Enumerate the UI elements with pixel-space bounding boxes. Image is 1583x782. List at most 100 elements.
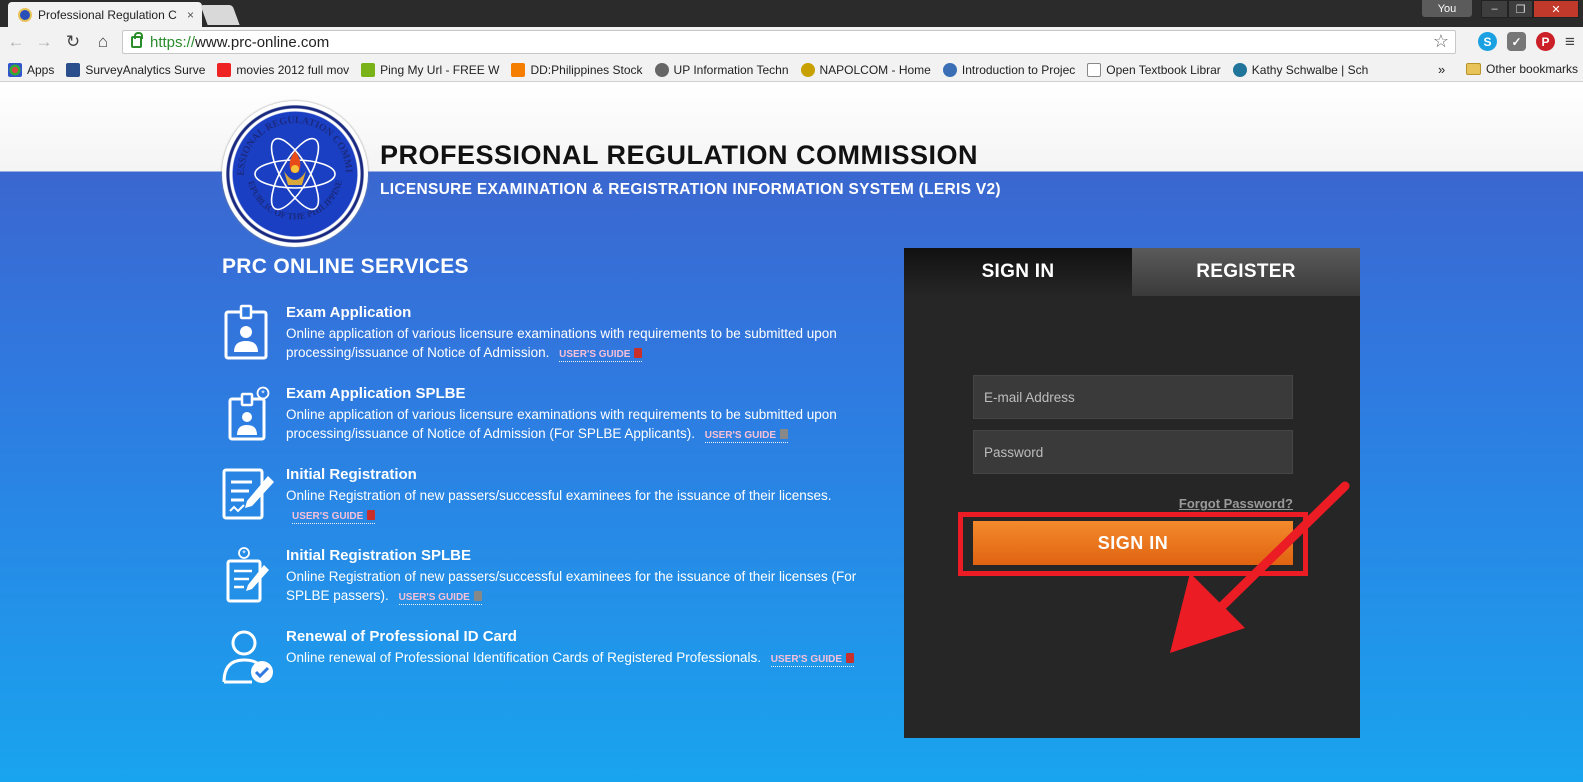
profile-button[interactable]: You [1422,0,1472,17]
bookmarks-overflow-button[interactable]: » [1438,62,1445,77]
auth-panel: SIGN IN REGISTER Forgot Password? SIGN I… [904,248,1360,738]
service-description-text: Online renewal of Professional Identific… [286,650,761,665]
profile-label: You [1437,2,1457,15]
extension-icon[interactable]: ✓ [1507,32,1526,51]
form-edit-special-icon: * [226,547,269,603]
close-window-button[interactable]: ✕ [1533,0,1579,18]
tab-register[interactable]: REGISTER [1132,248,1360,296]
user-check-icon [222,630,273,684]
bookmark-label: SurveyAnalytics Surve [85,62,206,77]
pinterest-icon[interactable]: P [1536,32,1555,51]
service-description: Online application of various licensure … [286,324,866,364]
users-guide-label: USER'S GUIDE [292,511,364,522]
users-guide-link[interactable]: USER'S GUIDE [704,429,788,443]
bookmark-item[interactable]: Open Textbook Librar [1087,62,1221,77]
service-title: Initial Registration SPLBE [286,547,472,564]
id-badge-icon [224,304,268,360]
skype-icon[interactable]: S [1478,32,1497,51]
prc-seal-logo: PROFESSIONAL REGULATION COMMISSION REPUB… [222,101,368,247]
browser-titlebar: Professional Regulation C × You – ❐ ✕ [0,0,1583,27]
service-description: Online application of various licensure … [286,405,866,445]
bookmark-favicon-icon [654,62,669,77]
bookmark-favicon-icon [361,62,376,77]
service-description-text: Online Registration of new passers/succe… [286,569,857,603]
site-title: PROFESSIONAL REGULATION COMMISSION [380,140,979,170]
form-edit-icon [222,468,274,520]
browser-tab[interactable]: Professional Regulation C × [8,2,202,27]
bookmark-label: UP Information Techn [673,62,789,77]
bookmark-item[interactable]: Introduction to Projec [942,62,1076,77]
service-description: Online renewal of Professional Identific… [286,648,866,669]
svg-text:*: * [242,549,246,559]
folder-icon [1466,63,1481,75]
url-scheme: https:// [150,33,196,51]
services-heading: PRC ONLINE SERVICES [222,255,469,278]
menu-icon[interactable]: ≡ [1559,31,1581,53]
bookmark-item[interactable]: SurveyAnalytics Surve [66,62,206,77]
wordpress-icon [1232,62,1247,77]
users-guide-label: USER'S GUIDE [398,592,470,603]
service-title: Renewal of Professional ID Card [286,628,517,645]
service-description: Online Registration of new passers/succe… [286,486,866,526]
other-bookmarks-button[interactable]: Other bookmarks [1466,62,1578,76]
bookmark-item[interactable]: UP Information Techn [654,62,789,77]
logo-top-text: PROFESSIONAL REGULATION COMMISSION [222,101,354,176]
bookmark-item[interactable]: Apps [8,62,54,77]
bookmark-label: Introduction to Projec [961,62,1076,77]
address-bar[interactable]: https:// www.prc-online.com ☆ [122,30,1456,54]
back-arrow-icon[interactable]: ← [5,31,27,53]
browser-toolbar: ← → ↻ ⌂ https:// www.prc-online.com ☆ S … [0,27,1583,58]
bookmark-star-icon[interactable]: ☆ [1433,31,1449,52]
bookmark-label: DD:Philippines Stock [530,62,643,77]
bookmark-item[interactable]: DD:Philippines Stock [511,62,643,77]
url-host: www.prc-online.com [195,33,330,51]
reload-icon[interactable]: ↻ [62,31,84,53]
password-field[interactable] [973,430,1293,474]
bookmark-item[interactable]: Ping My Url - FREE W [361,62,500,77]
service-title: Initial Registration [286,466,417,483]
tab-close-icon[interactable]: × [187,8,194,22]
page-icon [1087,62,1102,77]
napolcom-icon [800,62,815,77]
bookmark-label: NAPOLCOM - Home [819,62,931,77]
prc-favicon-icon [18,7,32,22]
pdf-icon [780,429,788,439]
bookmark-label: Open Textbook Librar [1106,62,1221,77]
users-guide-link[interactable]: USER'S GUIDE [559,348,643,362]
pdf-icon [634,348,643,358]
users-guide-link[interactable]: USER'S GUIDE [292,510,376,524]
pdf-icon [367,510,376,520]
apps-grid-icon [8,62,22,77]
users-guide-link[interactable]: USER'S GUIDE [398,591,482,605]
tab-sign-in[interactable]: SIGN IN [904,248,1132,296]
service-title: Exam Application SPLBE [286,385,466,402]
youtube-icon [217,62,232,77]
maximize-button[interactable]: ❐ [1508,0,1533,18]
sign-in-button[interactable]: SIGN IN [973,521,1293,565]
svg-text:*: * [261,389,265,399]
minimize-button[interactable]: – [1481,0,1508,18]
bookmark-item[interactable]: movies 2012 full mov [217,62,350,77]
tab-title: Professional Regulation C [38,7,177,22]
bookmark-favicon-icon [942,62,957,77]
users-guide-link[interactable]: USER'S GUIDE [770,653,855,667]
bookmark-label: movies 2012 full mov [236,62,350,77]
email-field[interactable] [973,375,1293,419]
bookmark-item[interactable]: NAPOLCOM - Home [800,62,931,77]
home-icon[interactable]: ⌂ [92,31,114,53]
new-tab-button[interactable] [200,5,240,25]
pdf-icon [473,591,482,601]
id-badge-special-icon: * [228,386,270,441]
bookmark-label: Ping My Url - FREE W [380,62,500,77]
bookmark-item[interactable]: Kathy Schwalbe | Sch [1232,62,1369,77]
service-description-text: Online Registration of new passers/succe… [286,488,832,503]
forward-arrow-icon[interactable]: → [33,31,55,53]
forgot-password-link[interactable]: Forgot Password? [1179,496,1293,511]
users-guide-label: USER'S GUIDE [770,654,843,665]
blogger-icon [511,62,526,77]
bookmark-label: Kathy Schwalbe | Sch [1251,62,1369,77]
lock-icon [131,32,143,48]
pdf-icon [846,653,855,663]
service-description: Online Registration of new passers/succe… [286,567,866,607]
users-guide-label: USER'S GUIDE [559,349,631,360]
